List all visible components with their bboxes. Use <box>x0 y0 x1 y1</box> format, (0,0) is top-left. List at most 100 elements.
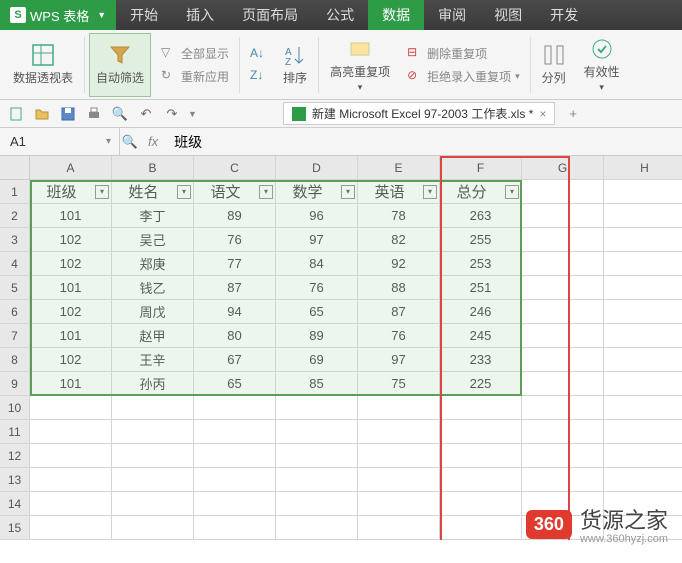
cell-F15[interactable] <box>440 516 522 540</box>
cell-B15[interactable] <box>112 516 194 540</box>
menu-tab-6[interactable]: 视图 <box>480 0 536 30</box>
cell-A9[interactable]: 101 <box>30 372 112 396</box>
print-preview-button[interactable]: 🔍 <box>110 104 130 124</box>
cell-D10[interactable] <box>276 396 358 420</box>
cell-E8[interactable]: 97 <box>358 348 440 372</box>
row-header-10[interactable]: 10 <box>0 396 30 420</box>
cell-E13[interactable] <box>358 468 440 492</box>
cell-C14[interactable] <box>194 492 276 516</box>
cell-G8[interactable] <box>522 348 604 372</box>
cell-A8[interactable]: 102 <box>30 348 112 372</box>
cell-A6[interactable]: 102 <box>30 300 112 324</box>
cell-A12[interactable] <box>30 444 112 468</box>
cell-D1[interactable]: 数学▾ <box>276 180 358 204</box>
cell-E2[interactable]: 78 <box>358 204 440 228</box>
cell-C10[interactable] <box>194 396 276 420</box>
sort-asc-button[interactable]: A↓ <box>246 44 270 64</box>
reject-duplicates-button[interactable]: ⊘拒绝录入重复项▾ <box>403 66 524 87</box>
row-header-6[interactable]: 6 <box>0 300 30 324</box>
cell-E11[interactable] <box>358 420 440 444</box>
col-header-E[interactable]: E <box>358 156 440 180</box>
cell-D5[interactable]: 76 <box>276 276 358 300</box>
cell-D11[interactable] <box>276 420 358 444</box>
cell-F7[interactable]: 245 <box>440 324 522 348</box>
cell-D12[interactable] <box>276 444 358 468</box>
find-icon[interactable]: 🔍 <box>120 132 140 152</box>
cell-G13[interactable] <box>522 468 604 492</box>
cell-B13[interactable] <box>112 468 194 492</box>
cell-G10[interactable] <box>522 396 604 420</box>
cell-H12[interactable] <box>604 444 682 468</box>
remove-duplicates-button[interactable]: ⊟删除重复项 <box>403 43 524 64</box>
cell-C9[interactable]: 65 <box>194 372 276 396</box>
col-header-H[interactable]: H <box>604 156 682 180</box>
cell-C1[interactable]: 语文▾ <box>194 180 276 204</box>
cell-F14[interactable] <box>440 492 522 516</box>
cell-H5[interactable] <box>604 276 682 300</box>
cell-D8[interactable]: 69 <box>276 348 358 372</box>
new-file-button[interactable] <box>6 104 26 124</box>
reapply-button[interactable]: ↻重新应用 <box>157 66 233 87</box>
menu-tab-7[interactable]: 开发 <box>536 0 592 30</box>
cell-D15[interactable] <box>276 516 358 540</box>
cell-B6[interactable]: 周戊 <box>112 300 194 324</box>
filter-button-D[interactable]: ▾ <box>341 185 355 199</box>
close-tab-icon[interactable]: × <box>539 107 546 121</box>
row-header-7[interactable]: 7 <box>0 324 30 348</box>
sort-button[interactable]: AZ 排序 <box>276 33 314 97</box>
pivot-table-button[interactable]: 数据透视表 <box>6 33 80 97</box>
cell-G6[interactable] <box>522 300 604 324</box>
cell-G5[interactable] <box>522 276 604 300</box>
show-all-button[interactable]: ▽全部显示 <box>157 43 233 64</box>
cell-H3[interactable] <box>604 228 682 252</box>
cell-A3[interactable]: 102 <box>30 228 112 252</box>
cell-D3[interactable]: 97 <box>276 228 358 252</box>
cell-G4[interactable] <box>522 252 604 276</box>
cell-B7[interactable]: 赵甲 <box>112 324 194 348</box>
cell-D13[interactable] <box>276 468 358 492</box>
cell-B14[interactable] <box>112 492 194 516</box>
cell-H8[interactable] <box>604 348 682 372</box>
cell-F3[interactable]: 255 <box>440 228 522 252</box>
cell-C8[interactable]: 67 <box>194 348 276 372</box>
cell-F2[interactable]: 263 <box>440 204 522 228</box>
cell-D14[interactable] <box>276 492 358 516</box>
menu-tab-1[interactable]: 插入 <box>172 0 228 30</box>
filter-button-A[interactable]: ▾ <box>95 185 109 199</box>
cell-B11[interactable] <box>112 420 194 444</box>
cell-B9[interactable]: 孙丙 <box>112 372 194 396</box>
filter-button-C[interactable]: ▾ <box>259 185 273 199</box>
cell-G7[interactable] <box>522 324 604 348</box>
menu-tab-4[interactable]: 数据 <box>368 0 424 30</box>
menu-tab-2[interactable]: 页面布局 <box>228 0 312 30</box>
row-header-3[interactable]: 3 <box>0 228 30 252</box>
cell-G9[interactable] <box>522 372 604 396</box>
cell-E14[interactable] <box>358 492 440 516</box>
open-button[interactable] <box>32 104 52 124</box>
cell-E9[interactable]: 75 <box>358 372 440 396</box>
menu-tab-0[interactable]: 开始 <box>116 0 172 30</box>
cell-F5[interactable]: 251 <box>440 276 522 300</box>
filter-button-B[interactable]: ▾ <box>177 185 191 199</box>
document-tab[interactable]: 新建 Microsoft Excel 97-2003 工作表.xls * × <box>283 102 555 125</box>
cell-E6[interactable]: 87 <box>358 300 440 324</box>
row-header-4[interactable]: 4 <box>0 252 30 276</box>
col-header-C[interactable]: C <box>194 156 276 180</box>
cell-C6[interactable]: 94 <box>194 300 276 324</box>
cell-B8[interactable]: 王辛 <box>112 348 194 372</box>
cell-H9[interactable] <box>604 372 682 396</box>
cell-E15[interactable] <box>358 516 440 540</box>
new-tab-button[interactable]: + <box>569 106 577 121</box>
cell-F8[interactable]: 233 <box>440 348 522 372</box>
cell-F1[interactable]: 总分▾ <box>440 180 522 204</box>
filter-button-E[interactable]: ▾ <box>423 185 437 199</box>
cell-G1[interactable] <box>522 180 604 204</box>
row-header-1[interactable]: 1 <box>0 180 30 204</box>
cell-C12[interactable] <box>194 444 276 468</box>
cell-A5[interactable]: 101 <box>30 276 112 300</box>
fx-icon[interactable]: fx <box>140 134 166 149</box>
cell-A10[interactable] <box>30 396 112 420</box>
cell-A2[interactable]: 101 <box>30 204 112 228</box>
menu-tab-3[interactable]: 公式 <box>312 0 368 30</box>
col-header-B[interactable]: B <box>112 156 194 180</box>
